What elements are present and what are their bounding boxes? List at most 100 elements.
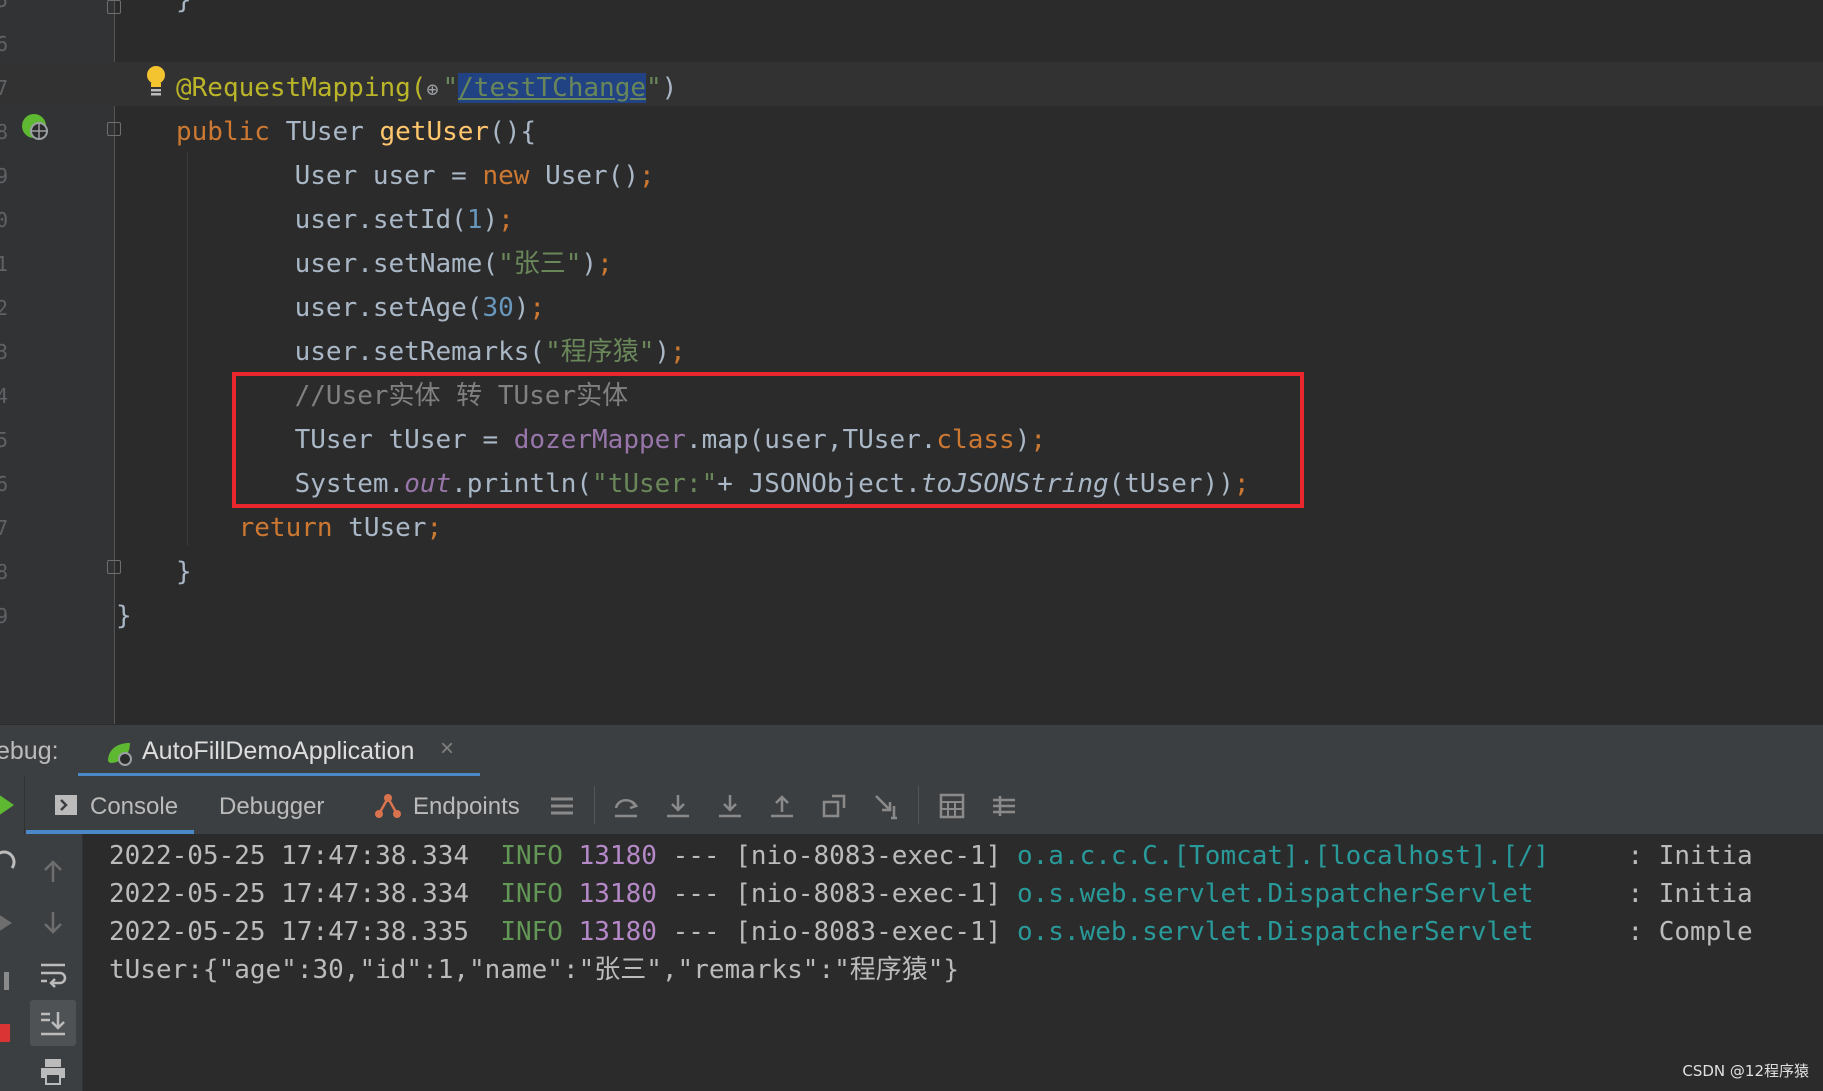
code-line[interactable]: user.setAge(30);: [232, 286, 545, 330]
step-over-icon[interactable]: [612, 792, 640, 820]
tab-console[interactable]: Console: [52, 776, 178, 834]
lightbulb-icon[interactable]: [143, 64, 169, 98]
code-token: ": [646, 73, 662, 103]
log-msg: : Initia: [1549, 879, 1753, 909]
line-number: 1: [0, 252, 8, 276]
code-line[interactable]: return tUser;: [176, 506, 443, 550]
scroll-to-end-icon: [41, 1012, 65, 1036]
log-logger[interactable]: o.s.web.servlet.DispatcherServlet: [1017, 879, 1534, 909]
run-to-cursor-icon[interactable]: [872, 792, 900, 820]
scroll-to-end-toggle[interactable]: [30, 1000, 76, 1046]
fold-marker[interactable]: [107, 560, 121, 574]
spring-run-icon: [108, 743, 132, 766]
step-out-icon[interactable]: [768, 792, 796, 820]
debug-actions-rail: [0, 776, 25, 1091]
indent-guide: [187, 152, 188, 546]
line-number: 7: [0, 516, 8, 540]
line-number: 7: [0, 76, 8, 100]
line-number: 6: [0, 472, 8, 496]
code-token: ): [661, 73, 678, 103]
code-token: }: [116, 601, 132, 631]
log-pid: 13180: [578, 917, 657, 947]
log-logger[interactable]: o.s.web.servlet.DispatcherServlet: [1017, 917, 1534, 947]
log-level: INFO: [500, 841, 563, 871]
code-line[interactable]: user.setRemarks("程序猿");: [232, 330, 686, 374]
gutter-separator: [114, 0, 115, 724]
line-number: 8: [0, 560, 8, 584]
step-into-icon[interactable]: [664, 792, 692, 820]
evaluate-expression-icon[interactable]: [938, 792, 966, 820]
code-line[interactable]: user.setName("张三");: [232, 242, 613, 286]
watermark: CSDN @12程序猿: [1682, 1062, 1809, 1080]
log-msg: : Comple: [1549, 917, 1753, 947]
code-line[interactable]: }: [116, 594, 132, 638]
stop-icon[interactable]: [0, 1018, 18, 1048]
toolbar-separator: [918, 786, 919, 824]
pause-icon[interactable]: [0, 966, 20, 996]
resume-icon[interactable]: [0, 846, 20, 876]
print-icon[interactable]: [38, 1056, 68, 1086]
code-line[interactable]: }: [176, 0, 192, 22]
line-number: 5: [0, 0, 8, 12]
tab-console-label: Console: [90, 793, 179, 820]
console-output[interactable]: 2022-05-25 17:47:38.334 INFO 13180 --- […: [83, 834, 1823, 1091]
log-sep: ---: [672, 917, 720, 947]
play-icon[interactable]: [0, 908, 20, 938]
rerun-icon[interactable]: [0, 790, 20, 820]
code-token: user.setName(: [232, 249, 499, 279]
code-token: ;: [426, 513, 443, 543]
code-token: ): [482, 205, 499, 235]
code-token: getUser: [379, 117, 490, 147]
code-token: 1: [466, 205, 483, 235]
code-token: new: [482, 161, 546, 191]
line-number: 5: [0, 428, 8, 452]
log-level: INFO: [500, 917, 563, 947]
menu-icon[interactable]: [548, 792, 576, 820]
log-thread: [nio-8083-exec-1]: [735, 917, 1002, 947]
code-token: ): [581, 249, 598, 279]
close-icon[interactable]: ×: [440, 735, 454, 763]
code-line[interactable]: User user = new User();: [232, 154, 655, 198]
code-token: User(): [545, 161, 639, 191]
code-token: ;: [597, 249, 613, 279]
code-token: 30: [482, 293, 514, 323]
code-token: ;: [498, 205, 514, 235]
fold-marker[interactable]: [107, 122, 121, 136]
web-endpoint-icon[interactable]: [20, 112, 50, 142]
arrow-down-icon[interactable]: [38, 908, 68, 938]
arrow-up-icon[interactable]: [38, 856, 68, 886]
tab-endpoints[interactable]: Endpoints: [372, 776, 520, 834]
drop-frame-icon[interactable]: [820, 792, 848, 820]
code-line[interactable]: public TUser getUser(){: [176, 110, 536, 154]
log-level: INFO: [500, 879, 563, 909]
code-token: tUser: [348, 513, 427, 543]
tab-debugger[interactable]: Debugger: [219, 776, 324, 834]
code-token: }: [176, 557, 192, 587]
code-editor[interactable]: 567890123456789 } @RequestMapping(⊕ "/test…: [0, 0, 1823, 724]
debug-session-tab[interactable]: AutoFillDemoApplication ×: [78, 725, 480, 777]
code-token: ): [654, 337, 671, 367]
fold-marker[interactable]: [107, 0, 121, 14]
force-step-into-icon[interactable]: [716, 792, 744, 820]
code-token: user.setRemarks(: [232, 337, 546, 367]
log-thread: [nio-8083-exec-1]: [735, 841, 1002, 871]
debug-label: ebug:: [0, 737, 59, 765]
log-date: 2022-05-25 17:47:38.334: [109, 879, 470, 909]
highlight-annotation-box: [232, 372, 1304, 508]
debug-toolbar: Console Debugger Endpoints: [0, 776, 1823, 835]
soft-wrap-icon[interactable]: [38, 958, 68, 988]
code-line[interactable]: @RequestMapping(⊕ "/testTChange"): [176, 66, 677, 110]
code-line[interactable]: }: [176, 550, 192, 594]
log-date: 2022-05-25 17:47:38.334: [109, 841, 470, 871]
code-token: public: [176, 117, 286, 147]
log-logger[interactable]: o.a.c.c.C.[Tomcat].[localhost].[/]: [1017, 841, 1549, 871]
trace-icon[interactable]: [990, 792, 1018, 820]
code-token: "张三": [498, 249, 582, 279]
line-number: 9: [0, 604, 8, 628]
program-output: tUser:{"age":30,"id":1,"name":"张三","rema…: [109, 955, 960, 985]
code-token: ;: [529, 293, 546, 323]
code-token: return: [238, 513, 349, 543]
code-line[interactable]: user.setId(1);: [232, 198, 514, 242]
console-side-toolbar: [24, 834, 83, 1091]
